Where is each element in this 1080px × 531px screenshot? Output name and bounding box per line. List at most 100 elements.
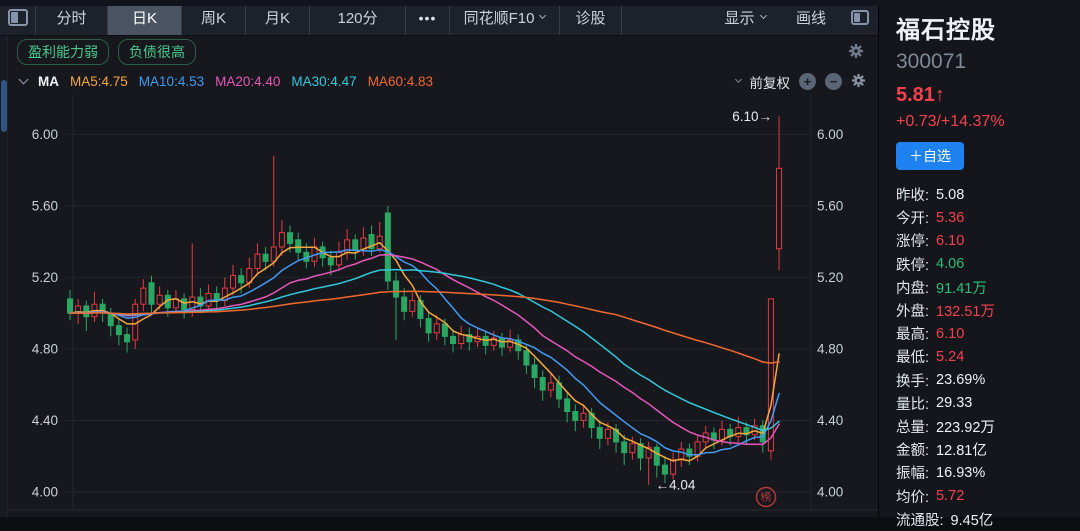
kline-chart[interactable]: 6.006.005.605.605.205.204.804.804.404.40… <box>8 95 878 517</box>
stat-row: 换手:23.69% <box>896 369 1080 392</box>
diagnosis-tag[interactable]: 负债很高 <box>118 39 196 65</box>
y-axis-tick-left: 4.00 <box>32 484 58 499</box>
stat-label: 涨停: <box>896 230 929 251</box>
ma-lines <box>70 243 779 461</box>
tags-settings-gear-icon[interactable] <box>848 43 864 64</box>
stat-value: 5.36 <box>936 210 964 226</box>
stat-value: 9.45亿 <box>951 509 994 530</box>
adjust-mode-label[interactable]: 前复权 <box>750 72 791 92</box>
tab-label: 月K <box>265 7 290 28</box>
left-strip-indicator <box>1 80 7 132</box>
tab-label: 分时 <box>56 7 86 28</box>
price-annotation: ←4.04 <box>656 477 696 492</box>
stat-label: 内盘: <box>896 277 929 298</box>
y-axis-tick-left: 4.80 <box>32 341 58 356</box>
ma-bar-right-group: 前复权 + − <box>736 72 867 92</box>
diagnosis-tags-row: 盈利能力弱负债很高 <box>8 36 878 68</box>
stat-row: 振幅:16.93% <box>896 461 1080 484</box>
kline-svg: 6.006.005.605.605.205.204.804.804.404.40… <box>8 95 878 517</box>
stat-value: 23.69% <box>936 372 985 388</box>
candles <box>68 116 782 484</box>
stat-label: 流通股: <box>896 509 944 530</box>
ma-line-5 <box>70 243 779 461</box>
ma-value-label: MA60:4.83 <box>368 74 433 89</box>
tab-label: 显示 <box>724 7 754 28</box>
left-edge-strip <box>0 36 8 517</box>
stock-code: 300071 <box>896 50 1080 74</box>
tab-label: 诊股 <box>575 7 605 28</box>
tab-label: 画线 <box>796 7 826 28</box>
tab-label: 日K <box>132 7 157 28</box>
indicator-settings-gear-icon[interactable] <box>851 73 866 91</box>
ma-value-label: MA5:4.75 <box>70 74 128 89</box>
y-axis-tick-right: 4.40 <box>817 413 843 428</box>
price-annotation: 6.10→ <box>732 109 772 124</box>
tab-label: 同花顺F10 <box>464 7 535 28</box>
y-axis-tick-right: 5.60 <box>817 198 843 213</box>
ma-indicator-bar: MA MA5:4.75MA10:4.53MA20:4.40MA30:4.47MA… <box>8 68 878 95</box>
rank-stamp[interactable]: 榜 <box>755 486 776 507</box>
y-axis-tick-left: 5.20 <box>32 270 58 285</box>
stat-value: 132.51万 <box>936 300 995 321</box>
stat-label: 均价: <box>896 486 929 507</box>
chevron-down-icon <box>539 12 546 19</box>
stat-value: 5.24 <box>936 349 964 365</box>
stat-label: 总量: <box>896 416 929 437</box>
ma-value-label: MA20:4.40 <box>215 74 280 89</box>
quote-panel: 福石控股 300071 5.81↑ +0.73/+14.37% ＋自选 昨收: 5… <box>878 0 1080 517</box>
stat-value: 12.81亿 <box>936 439 987 460</box>
ma-line-20 <box>70 255 779 445</box>
stat-value: 223.92万 <box>936 416 995 437</box>
chevron-down-icon[interactable] <box>734 76 741 83</box>
stat-value: 91.41万 <box>936 277 987 298</box>
ma-line-10 <box>70 250 779 455</box>
last-price: 5.81↑ <box>896 84 1080 107</box>
stat-row: 流通股: 9.45亿 <box>896 508 1080 531</box>
add-watchlist-button[interactable]: ＋自选 <box>896 142 964 170</box>
stat-row: 最高: 6.10 <box>896 322 1080 345</box>
tags-host: 盈利能力弱负债很高 <box>17 39 196 65</box>
y-axis-tick-right: 5.20 <box>817 270 843 285</box>
y-axis-tick-right: 4.80 <box>817 341 843 356</box>
chevron-down-icon[interactable] <box>19 75 29 85</box>
stat-value: 5.72 <box>936 488 964 504</box>
grid: 6.006.005.605.605.205.204.804.804.404.40… <box>8 95 878 510</box>
stat-row: 量比: 29.33 <box>896 392 1080 415</box>
stat-label: 最低: <box>896 346 929 367</box>
titlebar-strip <box>0 0 880 6</box>
y-axis-tick-left: 4.40 <box>32 413 58 428</box>
stat-value: 4.06 <box>936 256 964 272</box>
stat-value: 6.10 <box>936 233 964 249</box>
tab-label: 120分 <box>337 7 377 28</box>
stat-label: 量比: <box>896 393 929 414</box>
diagnosis-tag[interactable]: 盈利能力弱 <box>17 39 109 65</box>
stat-value: 6.10 <box>936 326 964 342</box>
stat-label: 金额: <box>896 439 929 460</box>
stat-value: 5.08 <box>936 187 964 203</box>
ma-values: MA5:4.75MA10:4.53MA20:4.40MA30:4.47MA60:… <box>70 74 433 89</box>
ma-group-label: MA <box>38 74 59 89</box>
stat-label: 今开: <box>896 207 929 228</box>
stat-label: 外盘: <box>896 300 929 321</box>
panel-toggle-icon <box>8 9 28 26</box>
y-axis-tick-right: 4.00 <box>817 484 843 499</box>
stat-label: 跌停: <box>896 254 929 275</box>
zoom-out-button[interactable]: − <box>825 73 842 90</box>
y-axis-tick-left: 5.60 <box>32 198 58 213</box>
tab-label: ••• <box>419 10 437 26</box>
zoom-in-button[interactable]: + <box>799 73 816 90</box>
stat-row: 内盘: 91.41万 <box>896 276 1080 299</box>
stat-row: 金额: 12.81亿 <box>896 438 1080 461</box>
price-change: +0.73/+14.37% <box>896 113 1080 131</box>
y-axis-tick-left: 6.00 <box>32 127 58 142</box>
stat-label: 最高: <box>896 323 929 344</box>
ma-value-label: MA10:4.53 <box>139 74 204 89</box>
stat-value: 29.33 <box>936 395 972 411</box>
rank-stamp-text: 榜 <box>760 489 773 504</box>
stock-name: 福石控股 <box>896 10 1080 45</box>
stat-label: 振幅: <box>896 462 929 483</box>
stat-row: 均价: 5.72 <box>896 484 1080 507</box>
stat-label: 昨收: <box>896 184 929 205</box>
stat-row: 今开: 5.36 <box>896 206 1080 229</box>
stat-row: 涨停: 6.10 <box>896 229 1080 252</box>
